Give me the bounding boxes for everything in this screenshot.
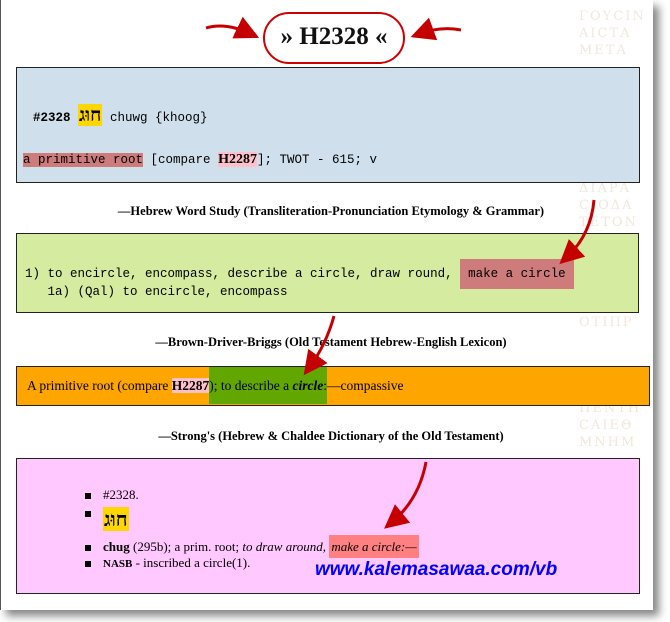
arrow-icon [559, 199, 596, 265]
arrow-icon [205, 16, 260, 39]
arrows [205, 16, 596, 529]
arrow-icon [303, 315, 336, 376]
page: ΓΟΥCΙΝΑΙCΤΑΜΕΤΑΔΙΑΡΑCΙΟΔΑΤΕΤΟΝΑΥΤΟΥΟΤΙΠΡ… [0, 0, 653, 610]
arrow-icon [384, 461, 428, 529]
arrow-icon [410, 17, 462, 41]
